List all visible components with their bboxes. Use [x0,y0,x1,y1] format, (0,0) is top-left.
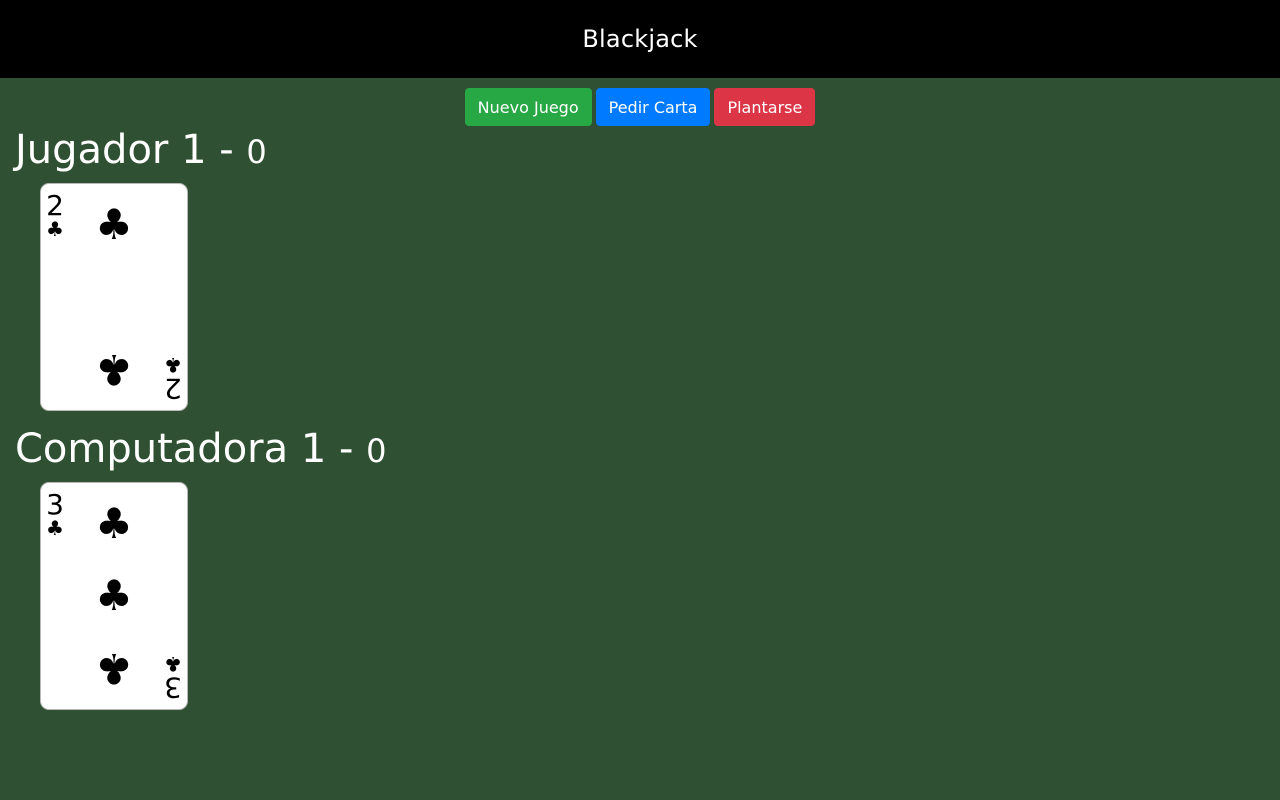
hit-button[interactable]: Pedir Carta [595,88,711,126]
computer-cards: 3 ♣ ♣ ♣ ♣ 3 ♣ [15,482,1280,714]
club-icon: ♣ [95,200,133,249]
card-corner-bottom: 3 ♣ [161,652,185,704]
club-icon: ♣ [164,652,182,676]
computer-name: Computadora 1 - [15,426,367,472]
app-title: Blackjack [582,25,698,53]
card-rank: 3 [164,671,182,704]
player-name: Jugador 1 - [15,127,247,173]
club-icon: ♣ [46,516,64,540]
player-heading: Jugador 1 - 0 [15,126,1280,176]
playing-card-2-clubs: 2 ♣ ♣ ♣ 2 ♣ [40,183,188,411]
stand-button[interactable]: Plantarse [714,88,816,126]
club-icon: ♣ [95,571,133,620]
player-score: 0 [246,133,267,171]
computer-section: Computadora 1 - 0 3 ♣ ♣ ♣ ♣ 3 ♣ [0,425,1280,714]
club-icon: ♣ [46,217,64,241]
club-icon: ♣ [95,345,133,394]
club-icon: ♣ [95,644,133,693]
club-icon: ♣ [164,353,182,377]
card-rank: 2 [164,372,182,405]
card-corner-top: 2 ♣ [43,189,67,241]
new-game-button[interactable]: Nuevo Juego [464,88,592,126]
computer-heading: Computadora 1 - 0 [15,425,1280,475]
computer-score: 0 [366,432,387,470]
card-rank: 3 [46,488,64,521]
card-corner-bottom: 2 ♣ [161,353,185,405]
card-corner-top: 3 ♣ [43,488,67,540]
club-icon: ♣ [95,499,133,548]
player-cards: 2 ♣ ♣ ♣ 2 ♣ [15,183,1280,415]
top-navbar: Blackjack [0,0,1280,78]
playing-card-3-clubs: 3 ♣ ♣ ♣ ♣ 3 ♣ [40,482,188,710]
card-rank: 2 [46,189,64,222]
game-controls: Nuevo Juego Pedir Carta Plantarse [0,78,1280,126]
player-section: Jugador 1 - 0 2 ♣ ♣ ♣ 2 ♣ [0,126,1280,415]
